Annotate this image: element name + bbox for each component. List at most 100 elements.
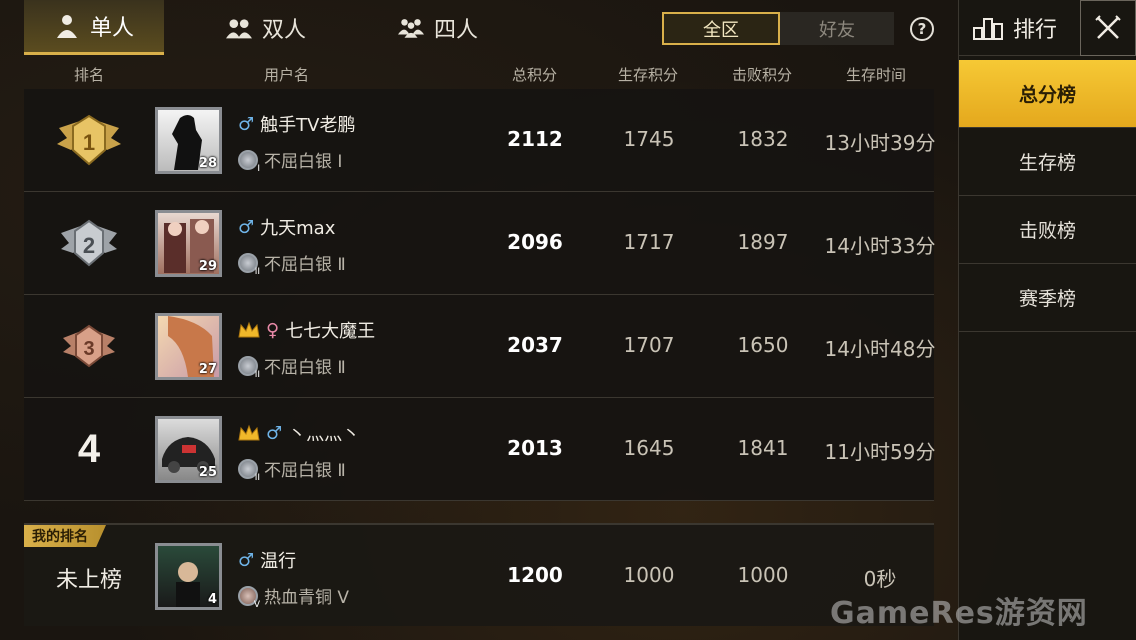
medal-rank-1: 1: [83, 130, 95, 155]
crown-icon: [238, 424, 260, 441]
rank-cell: 2: [24, 192, 154, 294]
gold-rank-medal-icon: 1: [57, 114, 121, 166]
header-time: 生存时间: [846, 66, 907, 84]
survival-score: 1717: [623, 230, 675, 254]
tab-single[interactable]: 单人: [24, 0, 164, 55]
tier-label: 不屈白银 Ⅱ: [264, 358, 346, 378]
table-row[interactable]: 1 28 ♂ 触手TV老鹏 I 不屈白银 Ⅰ 2112 1745 1832 13…: [24, 89, 935, 192]
tier-line: I 不屈白银 Ⅰ: [238, 147, 342, 174]
female-icon: ♀: [266, 319, 280, 341]
panel-header: 排行: [959, 0, 1136, 56]
header-survival: 生存积分: [618, 66, 679, 84]
board-kills[interactable]: 击败榜: [959, 196, 1136, 264]
avatar[interactable]: 25: [155, 416, 222, 483]
avatar[interactable]: 4: [155, 543, 222, 610]
avatar[interactable]: 27: [155, 313, 222, 380]
avatar-level: 28: [198, 156, 217, 171]
bronze-tier-icon: V: [238, 585, 260, 610]
silver-tier-icon: II: [238, 458, 260, 483]
header-kills: 击败积分: [732, 66, 793, 84]
duo-icon: [225, 18, 252, 38]
table-row[interactable]: 3 27 ♀ 七七大魔王 II 不屈白银 Ⅱ 2037 1707 1650 14…: [24, 295, 935, 398]
board-season[interactable]: 赛季榜: [959, 264, 1136, 332]
total-score: 2037: [507, 333, 563, 357]
header-rank: 排名: [74, 66, 105, 84]
medal-rank-3: 3: [83, 338, 94, 360]
player-name: 七七大魔王: [285, 321, 376, 342]
silver-rank-medal-icon: 2: [61, 219, 117, 267]
scope-all-button[interactable]: 全区: [662, 12, 780, 45]
survival-score: 1645: [623, 436, 675, 460]
survival-time: 14小时33分: [824, 234, 936, 258]
header-total: 总积分: [512, 66, 558, 84]
player-name: 温行: [260, 551, 297, 572]
male-icon: ♂: [266, 422, 283, 444]
tier-line: II 不屈白银 Ⅱ: [238, 250, 346, 277]
rank-number: 4: [77, 426, 101, 471]
my-rank-badge: 我的排名: [24, 525, 106, 547]
silver-tier-icon: II: [238, 252, 260, 277]
survival-time: 13小时39分: [824, 131, 936, 155]
player-name-line: ♀ 七七大魔王: [238, 317, 375, 343]
male-icon: ♂: [238, 113, 255, 135]
survival-score: 1707: [623, 333, 675, 357]
total-score: 1200: [507, 563, 563, 587]
leaderboard-icon: [973, 17, 1003, 40]
survival-time: 11小时59分: [824, 440, 936, 464]
player-name: 丶灬灬丶: [288, 424, 361, 445]
player-name: 九天max: [260, 218, 336, 239]
tab-duo[interactable]: 双人: [196, 0, 336, 55]
board-survival[interactable]: 生存榜: [959, 128, 1136, 196]
scope-friends-button[interactable]: 好友: [780, 12, 894, 45]
player-name-line: ♂ 丶灬灬丶: [238, 420, 360, 446]
table-row[interactable]: 4 25 ♂ 丶灬灬丶 II 不屈白银 Ⅱ 2013 1645 1841 11小…: [24, 398, 935, 501]
rank-cell: 1: [24, 89, 154, 191]
board-list: 总分榜 生存榜 击败榜 赛季榜: [959, 60, 1136, 332]
tab-squad-label: 四人: [433, 17, 478, 43]
avatar-level: 27: [198, 362, 217, 377]
close-icon: [1095, 14, 1121, 39]
tier-line: V 热血青铜 V: [238, 583, 350, 610]
medal-rank-2: 2: [83, 233, 95, 258]
avatar-level: 25: [198, 465, 217, 480]
scope-toggle: 全区 好友: [662, 12, 894, 45]
kill-score: 1832: [737, 127, 789, 151]
tab-duo-label: 双人: [261, 17, 306, 43]
column-headers: 排名 用户名 总积分 生存积分 击败积分 生存时间: [24, 56, 934, 90]
tab-squad[interactable]: 四人: [368, 0, 508, 55]
leaderboard: 1 28 ♂ 触手TV老鹏 I 不屈白银 Ⅰ 2112 1745 1832 13…: [24, 89, 935, 501]
panel-title: 排行: [959, 12, 1080, 44]
my-rank-row[interactable]: 未上榜 我的排名 4 ♂ 温行 V 热血青铜 V 1200 1000 1000 …: [24, 523, 934, 626]
bronze-rank-medal-icon: 3: [63, 324, 115, 368]
tier-label: 不屈白银 Ⅱ: [264, 255, 346, 275]
survival-time: 14小时48分: [824, 337, 936, 361]
board-total-score[interactable]: 总分榜: [959, 60, 1136, 128]
kill-score: 1841: [737, 436, 789, 460]
player-name-line: ♂ 触手TV老鹏: [238, 111, 355, 137]
avatar-level: 4: [207, 592, 217, 607]
avatar-level: 29: [198, 259, 217, 274]
right-panel: 排行 总分榜 生存榜 击败榜 赛季榜: [958, 0, 1136, 640]
watermark: GameRes游资网: [830, 596, 1088, 631]
silver-tier-icon: I: [238, 149, 260, 174]
tab-single-label: 单人: [89, 16, 134, 41]
player-name: 触手TV老鹏: [260, 115, 356, 136]
mode-tabs: 单人 双人 四人: [24, 0, 540, 55]
kill-score: 1650: [737, 333, 789, 357]
avatar[interactable]: 29: [155, 210, 222, 277]
survival-score: 1000: [623, 563, 675, 587]
help-icon[interactable]: ?: [910, 17, 934, 41]
tier-label: 不屈白银 Ⅱ: [264, 461, 346, 481]
crown-icon: [238, 321, 260, 338]
tier-label: 热血青铜 V: [264, 588, 350, 608]
avatar[interactable]: 28: [155, 107, 222, 174]
panel-title-label: 排行: [1013, 17, 1058, 43]
total-score: 2096: [507, 230, 563, 254]
close-button[interactable]: [1080, 0, 1136, 56]
table-row[interactable]: 2 29 ♂ 九天max II 不屈白银 Ⅱ 2096 1717 1897 14…: [24, 192, 935, 295]
header-username: 用户名: [264, 66, 310, 84]
rank-cell: 3: [24, 295, 154, 397]
tier-line: II 不屈白银 Ⅱ: [238, 456, 346, 483]
tier-line: II 不屈白银 Ⅱ: [238, 353, 346, 380]
squad-icon: [397, 18, 424, 38]
